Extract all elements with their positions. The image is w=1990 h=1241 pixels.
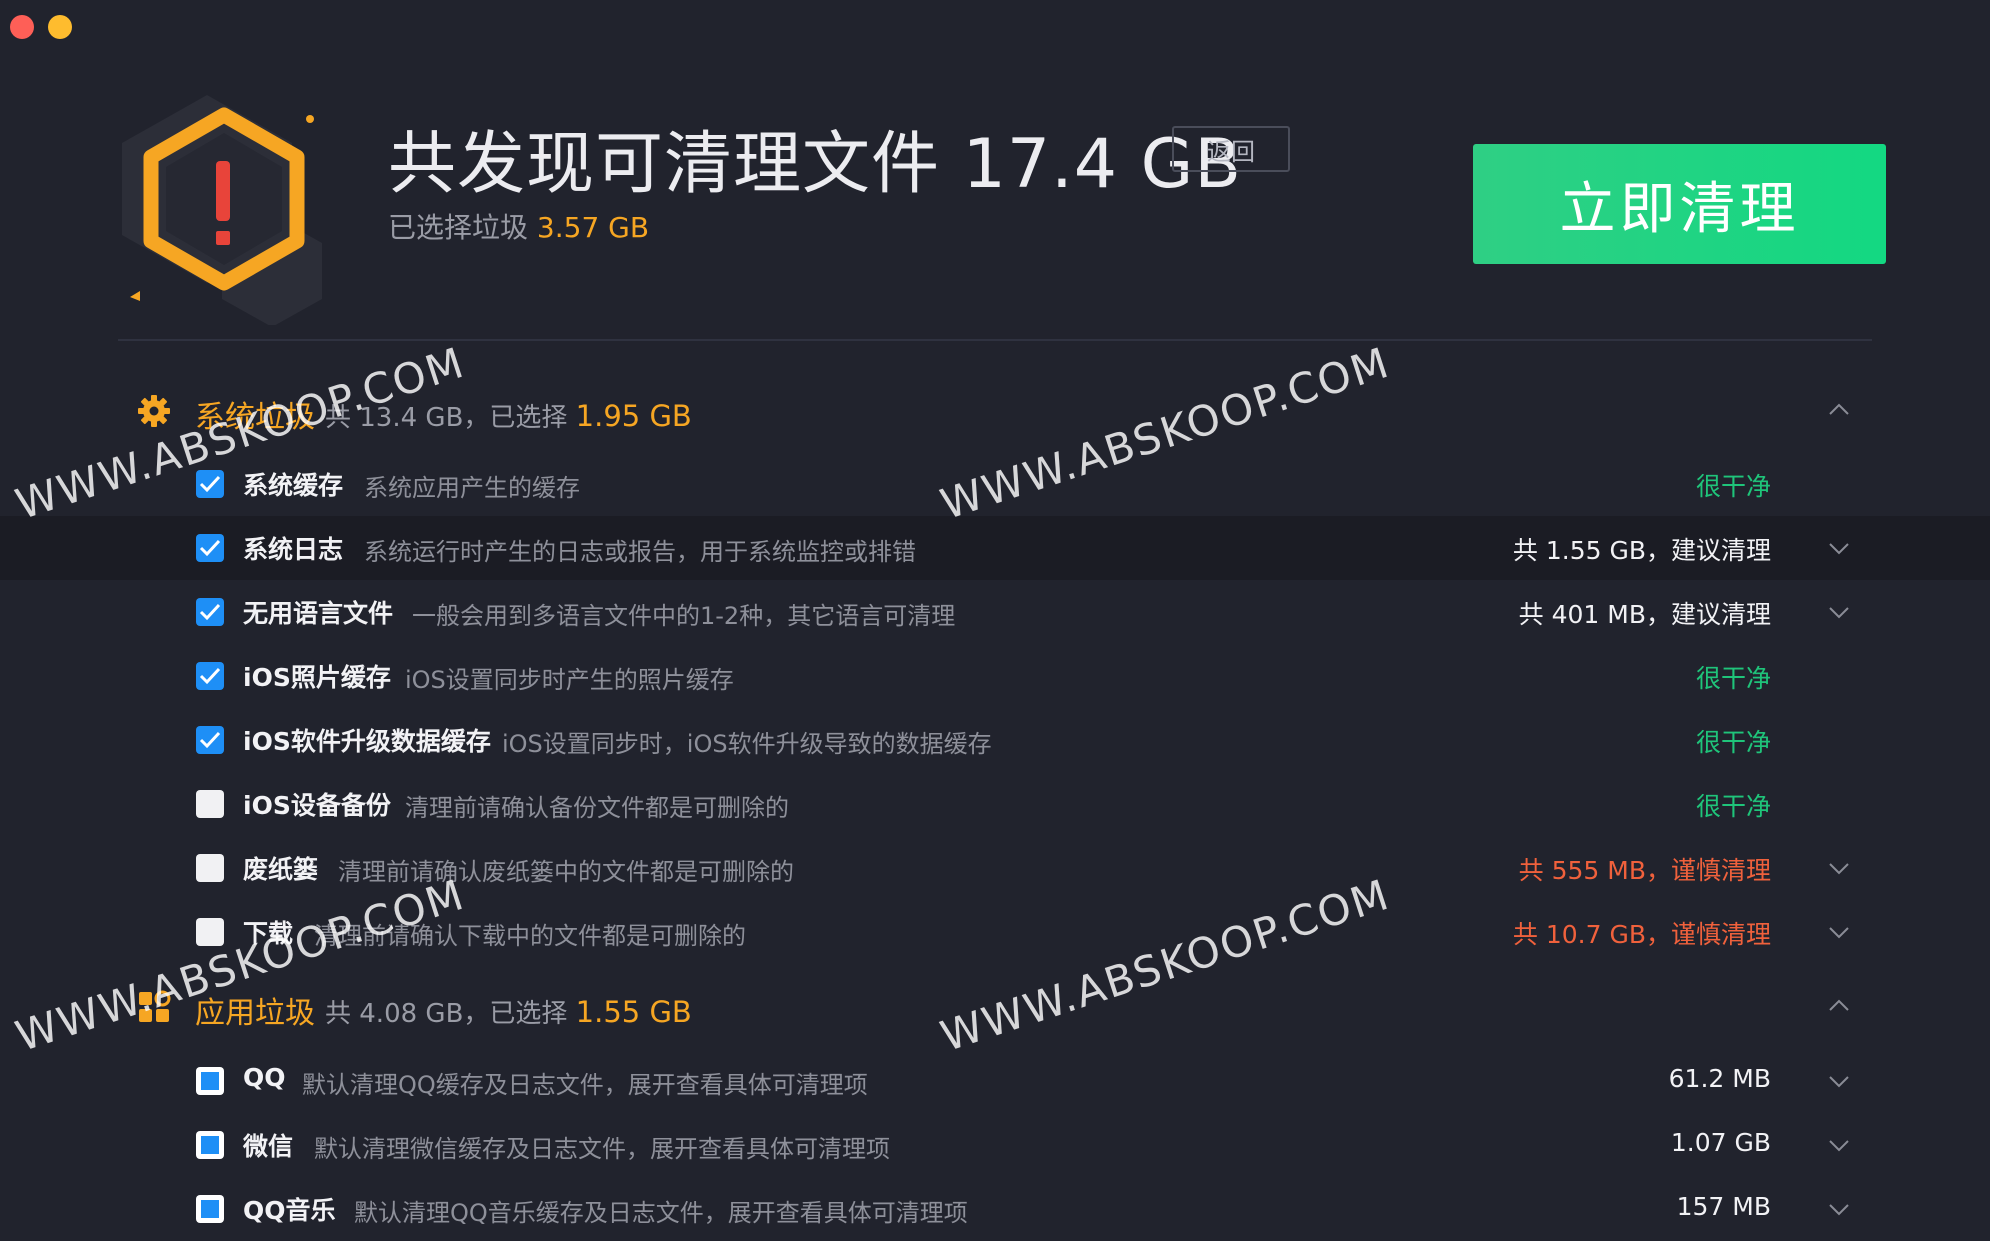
window-controls [10,15,72,39]
item-description: iOS设置同步时产生的照片缓存 [405,666,734,694]
chevron-down-icon[interactable] [1827,1133,1851,1157]
item-status: 共 10.7 GB，谨慎清理 [1512,920,1771,949]
clean-now-button[interactable]: 立即清理 [1473,144,1886,264]
item-name: 无用语言文件 [243,599,394,628]
window-close-button[interactable] [10,15,34,39]
item-size: 61.2 MB [1668,1064,1771,1093]
item-description: 默认清理微信缓存及日志文件，展开查看具体可清理项 [314,1135,890,1163]
item-status: 很干净 [1695,472,1771,501]
list-item-language-files[interactable]: 无用语言文件 一般会用到多语言文件中的1-2种，其它语言可清理 共 401 MB… [0,580,1990,644]
list-item-ios-photo-cache[interactable]: iOS照片缓存 iOS设置同步时产生的照片缓存 很干净 [0,644,1990,708]
chevron-down-icon[interactable] [1827,856,1851,880]
section-total: 共 4.08 GB，已选择 [325,999,568,1029]
item-description: 清理前请确认废纸篓中的文件都是可删除的 [338,858,794,886]
checkbox-unchecked[interactable] [196,918,224,946]
checkbox-partial[interactable] [196,1195,224,1223]
item-name: QQ音乐 [243,1196,336,1225]
list-item-system-cache[interactable]: 系统缓存 系统应用产生的缓存 很干净 [0,452,1990,516]
item-size: 157 MB [1676,1192,1771,1221]
list-item-trash[interactable]: 废纸篓 清理前请确认废纸篓中的文件都是可删除的 共 555 MB，谨慎清理 [0,836,1990,900]
item-name: iOS软件升级数据缓存 [243,727,491,756]
section-selected: 1.95 GB [575,399,692,433]
item-status: 很干净 [1695,728,1771,757]
checkbox-checked[interactable] [196,598,224,626]
checkbox-checked[interactable] [196,726,224,754]
item-description: 默认清理QQ音乐缓存及日志文件，展开查看具体可清理项 [354,1199,968,1227]
item-name: 废纸篓 [243,855,319,884]
window-minimize-button[interactable] [48,15,72,39]
section-title: 系统垃圾 [195,400,315,435]
item-description: 清理前请确认备份文件都是可删除的 [405,794,789,822]
checkbox-checked[interactable] [196,534,224,562]
checkbox-partial[interactable] [196,1067,224,1095]
list-item-system-logs[interactable]: 系统日志 系统运行时产生的日志或报告，用于系统监控或排错 共 1.55 GB，建… [0,516,1990,580]
item-status: 很干净 [1695,792,1771,821]
section-title: 应用垃圾 [195,996,315,1031]
back-button[interactable]: 返回 [1172,126,1290,172]
section-meta: 共 4.08 GB，已选择 1.55 GB [325,993,692,1030]
section-selected: 1.55 GB [575,995,692,1029]
checkbox-checked[interactable] [196,662,224,690]
section-meta: 共 13.4 GB，已选择 1.95 GB [325,397,692,434]
gear-icon [138,395,170,427]
header-divider [118,339,1872,341]
chevron-up-icon[interactable] [1827,398,1851,422]
chevron-down-icon[interactable] [1827,920,1851,944]
item-name: 系统日志 [243,535,344,564]
chevron-down-icon[interactable] [1827,600,1851,624]
checkbox-checked[interactable] [196,470,224,498]
item-name: 微信 [243,1132,294,1161]
item-size: 1.07 GB [1670,1128,1771,1157]
list-item-ios-backup[interactable]: iOS设备备份 清理前请确认备份文件都是可删除的 很干净 [0,772,1990,836]
item-name: iOS设备备份 [243,791,391,820]
chevron-down-icon[interactable] [1827,536,1851,560]
checkbox-partial[interactable] [196,1131,224,1159]
selected-value: 3.57 GB [536,211,650,244]
list-item-qq-music[interactable]: QQ音乐 默认清理QQ音乐缓存及日志文件，展开查看具体可清理项 157 MB [0,1177,1990,1241]
list-item-wechat[interactable]: 微信 默认清理微信缓存及日志文件，展开查看具体可清理项 1.07 GB [0,1113,1990,1177]
item-description: 默认清理QQ缓存及日志文件，展开查看具体可清理项 [302,1071,868,1099]
item-name: 系统缓存 [243,471,344,500]
apps-grid-icon [139,990,171,1022]
section-app-junk: 应用垃圾 共 4.08 GB，已选择 1.55 GB [0,972,1990,1042]
selected-summary: 已选择垃圾 3.57 GB [388,206,649,246]
list-item-qq[interactable]: QQ 默认清理QQ缓存及日志文件，展开查看具体可清理项 61.2 MB [0,1049,1990,1113]
item-description: iOS设置同步时，iOS软件升级导致的数据缓存 [502,730,992,758]
item-description: 清理前请确认下载中的文件都是可删除的 [314,922,746,950]
section-system-junk: 系统垃圾 共 13.4 GB，已选择 1.95 GB [0,376,1990,446]
item-name: QQ [243,1063,286,1092]
chevron-down-icon[interactable] [1827,1069,1851,1093]
item-status: 共 1.55 GB，建议清理 [1512,536,1771,565]
list-item-ios-update-cache[interactable]: iOS软件升级数据缓存 iOS设置同步时，iOS软件升级导致的数据缓存 很干净 [0,708,1990,772]
section-total: 共 13.4 GB，已选择 [325,403,568,433]
item-description: 一般会用到多语言文件中的1-2种，其它语言可清理 [412,602,956,630]
checkbox-unchecked[interactable] [196,790,224,818]
item-description: 系统应用产生的缓存 [364,474,580,502]
item-status: 共 555 MB，谨慎清理 [1518,856,1771,885]
warning-hexagon-icon [122,95,322,325]
chevron-up-icon[interactable] [1827,994,1851,1018]
item-status: 共 401 MB，建议清理 [1518,600,1771,629]
item-status: 很干净 [1695,664,1771,693]
item-name: iOS照片缓存 [243,663,391,692]
selected-label: 已选择垃圾 [388,211,529,244]
checkbox-unchecked[interactable] [196,854,224,882]
list-item-downloads[interactable]: 下载 清理前请确认下载中的文件都是可删除的 共 10.7 GB，谨慎清理 [0,900,1990,964]
page-title: 共发现可清理文件 17.4 GB [388,125,1242,204]
chevron-down-icon[interactable] [1827,1197,1851,1221]
item-description: 系统运行时产生的日志或报告，用于系统监控或排错 [364,538,916,566]
item-name: 下载 [243,919,294,948]
